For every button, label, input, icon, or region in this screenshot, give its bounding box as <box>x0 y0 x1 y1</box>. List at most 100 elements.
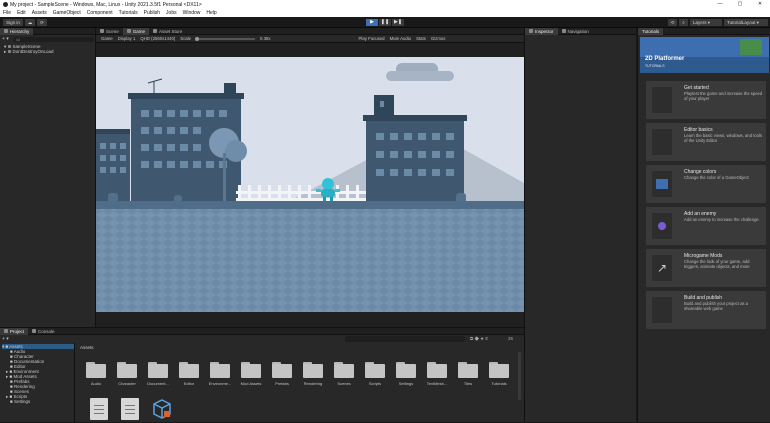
step-button[interactable]: ▶❚ <box>392 19 404 26</box>
tab-navigation[interactable]: Navigation <box>558 28 593 35</box>
stats-toggle[interactable]: Stats <box>416 36 426 41</box>
document-icon[interactable] <box>121 398 139 420</box>
tutorials-tabbar: Tutorials <box>638 27 770 35</box>
folder-icon[interactable] <box>427 362 447 378</box>
collab-icon[interactable]: ⟳ <box>37 19 47 26</box>
tutorial-card-add-enemy[interactable]: Add an enemy Add an enemy to increase th… <box>646 207 766 245</box>
tab-console[interactable]: Console <box>28 328 59 335</box>
display-dropdown[interactable]: Display 1 <box>118 36 136 41</box>
inspector-tabbar: Inspector Navigation <box>525 27 636 35</box>
maximize-button[interactable]: ▢ <box>730 0 750 9</box>
tab-hierarchy[interactable]: Hierarchy <box>0 27 34 35</box>
building-left-small <box>96 129 130 203</box>
menu-tutorials[interactable]: Tutorials <box>119 10 138 16</box>
play-button[interactable]: ▶ <box>366 19 378 26</box>
close-button[interactable]: ✕ <box>750 0 770 9</box>
tab-project[interactable]: Project <box>0 327 29 335</box>
cloud-icon[interactable]: ☁ <box>25 19 35 26</box>
folder-label: Character <box>118 381 136 386</box>
scale-slider-handle[interactable] <box>195 36 200 41</box>
folder-icon[interactable] <box>179 362 199 378</box>
banner-art <box>740 39 762 55</box>
hierarchy-row-label: DontDestroyOnLoad <box>12 49 54 54</box>
tab-asset-store[interactable]: Asset Store <box>149 28 186 35</box>
menu-help[interactable]: Help <box>206 10 216 16</box>
tutorial-card-editor-basics[interactable]: Editor basics Learn the basic views, win… <box>646 123 766 161</box>
tab-scene-label: Scene <box>106 28 119 34</box>
tutorial-card-microgame-mods[interactable]: ↗ Microgame Mods Change the look of your… <box>646 249 766 287</box>
tutorial-card-get-started[interactable]: Get started Playtest the game and increa… <box>646 81 766 119</box>
folder-icon[interactable] <box>241 362 261 378</box>
grid-icon <box>100 29 104 33</box>
folder-label: Rendering <box>303 381 323 386</box>
folder-icon[interactable] <box>396 362 416 378</box>
tutorial-card-change-colors[interactable]: Change colors Change the color of a Game… <box>646 165 766 203</box>
tab-tutorials[interactable]: Tutorials <box>638 27 664 35</box>
folder-icon[interactable] <box>210 362 230 378</box>
ground <box>96 209 524 312</box>
asset-scrollbar[interactable] <box>518 352 521 400</box>
add-icon[interactable]: + ▾ <box>2 36 9 42</box>
hierarchy-search-row: + ▾ All <box>2 36 94 42</box>
menu-component[interactable]: Component <box>87 10 113 16</box>
search-icon[interactable]: ⌕ <box>679 19 688 26</box>
menu-assets[interactable]: Assets <box>32 10 47 16</box>
menu-file[interactable]: File <box>3 10 11 16</box>
folder-icon[interactable] <box>148 362 168 378</box>
mute-audio-toggle[interactable]: Mute Audio <box>390 36 412 41</box>
folder-icon[interactable] <box>334 362 354 378</box>
folder-icon[interactable] <box>489 362 509 378</box>
resolution-dropdown[interactable]: QHD (2560x1440) <box>140 36 175 41</box>
gizmos-toggle[interactable]: Gizmos <box>431 36 446 41</box>
layers-dropdown[interactable]: Layers ▾ <box>690 19 722 26</box>
info-icon <box>529 29 533 33</box>
hierarchy-search-input[interactable]: All <box>12 36 94 42</box>
project-filter-icons[interactable]: ⧉ ◆ ★ ⊘ <box>470 336 488 341</box>
menu-jobs[interactable]: Jobs <box>166 10 177 16</box>
sign-in-button[interactable]: Sign in <box>3 19 23 26</box>
pause-button[interactable]: ❚❚ <box>379 19 391 26</box>
game-render[interactable] <box>96 43 524 327</box>
menu-window[interactable]: Window <box>183 10 201 16</box>
tree-item-settings[interactable]: ■ Settings <box>10 399 30 404</box>
letterbox-top <box>96 43 524 57</box>
history-icon[interactable]: ⟲ <box>668 19 677 26</box>
folder-label: Prefabs <box>275 381 289 386</box>
folder-icon[interactable] <box>117 362 137 378</box>
play-focused-dropdown[interactable]: Play Focused <box>359 36 385 41</box>
minimize-button[interactable]: — <box>710 0 730 9</box>
game-view[interactable] <box>96 43 524 327</box>
menu-publish[interactable]: Publish <box>144 10 160 16</box>
menu-edit[interactable]: Edit <box>17 10 26 16</box>
ground-top <box>96 201 524 209</box>
scale-slider[interactable] <box>195 36 256 41</box>
tutorial-card-build-publish[interactable]: Build and publish Build and publish your… <box>646 291 766 329</box>
window-titlebar: My project - SampleScene - Windows, Mac,… <box>0 0 770 9</box>
folder-icon[interactable] <box>272 362 292 378</box>
hierarchy-row-dontdestroy[interactable]: ▸ DontDestroyOnLoad <box>0 49 96 54</box>
gamepad-icon <box>652 297 672 323</box>
project-add-button[interactable]: + ▾ <box>2 336 9 342</box>
color-swatch-icon <box>652 171 672 197</box>
layout-dropdown[interactable]: TutorialLayout ▾ <box>724 19 768 26</box>
project-tabbar: Project Console <box>0 327 524 335</box>
document-icon[interactable] <box>90 398 108 420</box>
tutorial-card-desc: Playtest the game and increase the speed… <box>684 91 763 101</box>
folder-icon[interactable] <box>458 362 478 378</box>
tutorial-card-desc: Learn the basic views, windows, and tool… <box>684 133 762 143</box>
tutorials-panel: Tutorials 2D Platformer TUTORIALS Get st… <box>637 27 770 422</box>
project-search-input[interactable] <box>345 336 465 342</box>
navigation-icon <box>561 29 566 33</box>
breadcrumb[interactable]: Assets <box>80 345 94 350</box>
tab-game[interactable]: Game <box>122 27 150 35</box>
folder-icon[interactable] <box>86 362 106 378</box>
folder-icon[interactable] <box>365 362 385 378</box>
menu-gameobject[interactable]: GameObject <box>53 10 81 16</box>
tab-inspector[interactable]: Inspector <box>525 27 558 35</box>
tab-scene[interactable]: Scene <box>96 28 123 35</box>
package-icon[interactable] <box>152 398 171 420</box>
game-mode-dropdown[interactable]: Game <box>101 36 113 41</box>
inspector-panel: Inspector Navigation <box>524 27 636 422</box>
folder-icon[interactable] <box>303 362 323 378</box>
tutorial-card-desc: Build and publish your project as a shar… <box>684 301 749 311</box>
